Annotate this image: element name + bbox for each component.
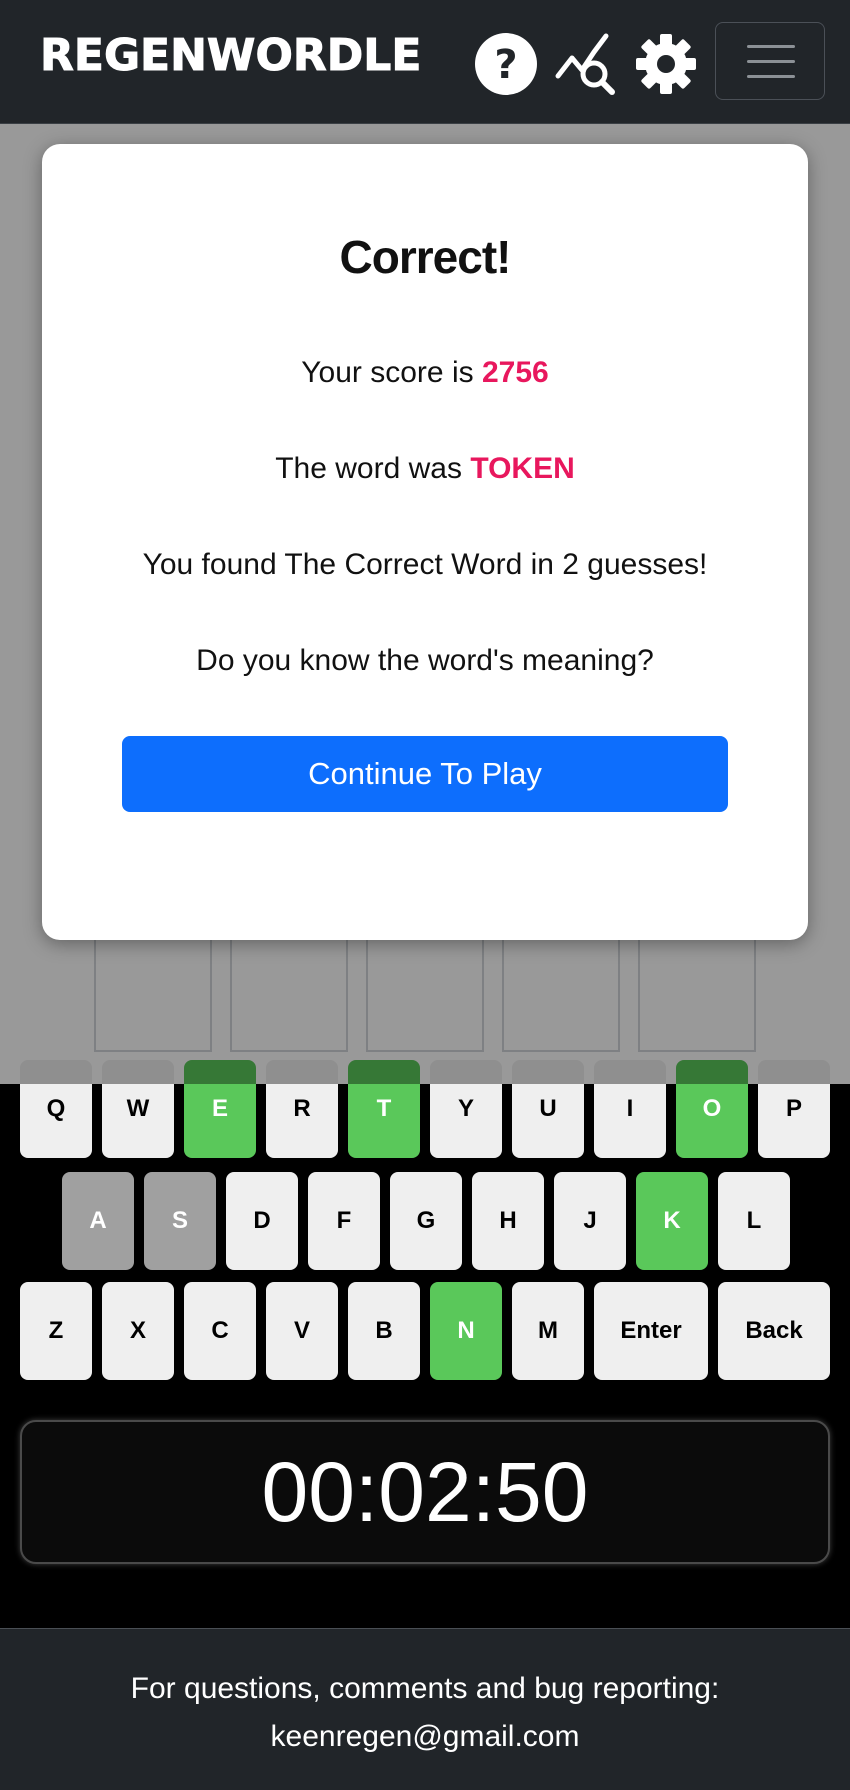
key[interactable]: A [62, 1172, 134, 1270]
score-value: 2756 [481, 356, 549, 389]
footer-email-link[interactable]: keenregen@gmail.com [0, 1713, 850, 1761]
enter-key[interactable]: Enter [594, 1282, 708, 1380]
score-prefix: Your score is [301, 356, 474, 389]
modal-title: Correct! [339, 231, 512, 283]
key[interactable]: C [184, 1282, 256, 1380]
menu-toggle-button[interactable] [715, 22, 825, 100]
header-bar: REGENWORDLE ? [0, 0, 850, 124]
result-modal: Correct! Your score is 2756 The word was… [42, 144, 808, 940]
key[interactable]: S [144, 1172, 216, 1270]
key[interactable]: Z [20, 1282, 92, 1380]
key[interactable]: D [226, 1172, 298, 1270]
key[interactable]: M [512, 1282, 584, 1380]
word-line: The word was TOKEN [42, 452, 808, 486]
key[interactable]: X [102, 1282, 174, 1380]
gear-icon[interactable] [634, 32, 698, 96]
answer-word: TOKEN [470, 452, 575, 485]
key[interactable]: J [554, 1172, 626, 1270]
back-key[interactable]: Back [718, 1282, 830, 1380]
footer-contact-text: For questions, comments and bug reportin… [130, 1672, 720, 1705]
continue-button[interactable]: Continue To Play [122, 736, 728, 812]
key[interactable]: H [472, 1172, 544, 1270]
key[interactable]: V [266, 1282, 338, 1380]
key[interactable]: K [636, 1172, 708, 1270]
brand-logo[interactable]: REGENWORDLE [39, 30, 421, 82]
meaning-question: Do you know the word's meaning? [196, 644, 654, 677]
word-prefix: The word was [275, 452, 462, 485]
svg-text:?: ? [494, 42, 517, 88]
key[interactable]: L [718, 1172, 790, 1270]
guess-count-text: You found The Correct Word in 2 guesses! [142, 548, 708, 581]
game-timer: 00:02:50 [20, 1420, 830, 1564]
menu-icon [747, 45, 795, 48]
key[interactable]: G [390, 1172, 462, 1270]
footer: For questions, comments and bug reportin… [0, 1628, 850, 1790]
help-icon[interactable]: ? [474, 32, 538, 96]
key[interactable]: B [348, 1282, 420, 1380]
key[interactable]: N [430, 1282, 502, 1380]
score-line: Your score is 2756 [42, 356, 808, 390]
key[interactable]: F [308, 1172, 380, 1270]
stats-icon[interactable] [554, 32, 618, 96]
